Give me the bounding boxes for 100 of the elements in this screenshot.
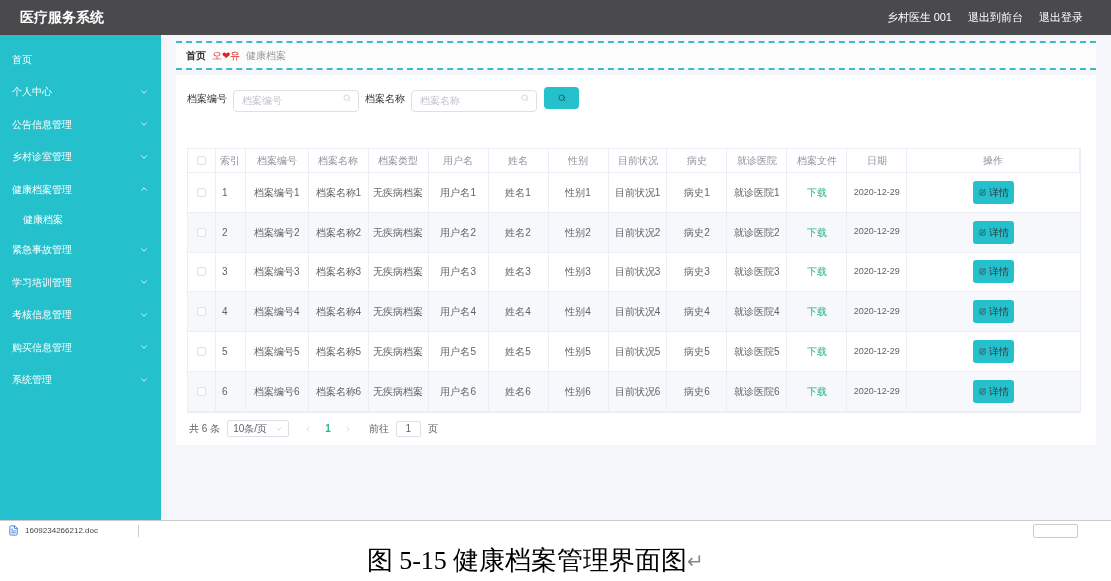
page-number[interactable]: 1 (319, 421, 337, 437)
table-cell-text: 档案编号6 (254, 384, 300, 399)
header-link[interactable]: 退出登录 (1039, 9, 1083, 26)
page-size-select[interactable]: 10条/页 (227, 420, 290, 438)
date-cell-text: 2020-12-29 (853, 185, 900, 199)
sidebar-item[interactable]: 学习培训管理 (0, 266, 161, 299)
table-cell-text: 用户名1 (440, 185, 476, 200)
table-cell-text: 病史5 (684, 345, 710, 360)
table-cell-text: 病史6 (684, 384, 710, 399)
search-field[interactable]: 档案名称 (411, 89, 537, 112)
table-cell-text: 姓名6 (505, 384, 531, 399)
table-cell-text: 档案编号1 (254, 185, 300, 200)
table-cell-text: 档案名称4 (315, 305, 362, 320)
figure-caption: 图 5-15 健康档案管理界面图 (366, 545, 688, 577)
table-cell-text: 用户名6 (440, 384, 476, 399)
sidebar-item[interactable]: 个人中心 (0, 75, 161, 108)
download-link[interactable]: 下载 (806, 184, 827, 200)
download-link[interactable]: 下载 (806, 304, 827, 320)
column-header: 档案文件 (787, 149, 848, 172)
download-link[interactable]: 下载 (806, 383, 827, 399)
user-name: 乡村医生 001 (886, 10, 952, 26)
search-icon (557, 94, 566, 102)
date-cell: 2020-12-29 (853, 265, 900, 279)
date-cell: 2020-12-29 (853, 305, 900, 319)
table-cell-text: 性别5 (565, 345, 591, 360)
table-cell-text: 无疾病档案 (373, 265, 424, 280)
table-cell-text: 就诊医院6 (734, 384, 780, 399)
table-cell-text: 就诊医院1 (734, 185, 780, 200)
row-checkbox[interactable] (197, 267, 206, 277)
sidebar-item[interactable]: 首页 (0, 43, 161, 76)
search-button[interactable] (544, 87, 579, 109)
sidebar-item[interactable]: 系统管理 (0, 363, 161, 396)
date-cell-text: 2020-12-29 (853, 344, 900, 358)
table-cell-text: 6 (221, 384, 228, 399)
details-button[interactable]: 详情 (973, 340, 1015, 364)
row-checkbox[interactable] (197, 347, 206, 357)
edit-icon (978, 228, 986, 236)
details-button[interactable]: 详情 (973, 220, 1015, 244)
table-cell-text: 就诊医院3 (734, 265, 780, 280)
row-checkbox[interactable] (197, 307, 206, 317)
table-cell-text: 用户名5 (440, 345, 476, 360)
row-checkbox[interactable] (197, 227, 206, 237)
table-cell-text: 病史1 (684, 185, 710, 200)
table-cell-text: 目前状况1 (614, 185, 661, 200)
table-cell-text: 无疾病档案 (373, 185, 424, 200)
breadcrumb-current: 健康档案 (246, 49, 286, 63)
table-cell-text: 姓名2 (505, 225, 531, 240)
table-cell-text: 1 (221, 185, 228, 200)
table-cell-text: 姓名4 (505, 305, 531, 320)
sidebar-item[interactable]: 公告信息管理 (0, 108, 161, 141)
download-link[interactable]: 下载 (806, 264, 827, 280)
table-cell-text: 性别6 (565, 384, 591, 399)
breadcrumb-link[interactable]: 首页 (186, 48, 206, 63)
table-cell-text: 性别1 (565, 185, 591, 200)
table-cell-text: 就诊医院2 (734, 225, 780, 240)
sidebar-subitem[interactable]: 健康档案 (0, 205, 161, 234)
table-cell-text: 姓名5 (505, 345, 531, 360)
download-link[interactable]: 下载 (806, 344, 827, 360)
column-header: 索引 (215, 149, 246, 172)
table-cell-text: 性别3 (565, 265, 591, 280)
edit-icon (978, 188, 986, 196)
download-link[interactable]: 下载 (806, 224, 827, 240)
table-cell-text: 无疾病档案 (373, 305, 424, 320)
details-button[interactable]: 详情 (973, 180, 1015, 204)
row-checkbox[interactable] (197, 386, 206, 396)
download-file-name[interactable]: 1609234266212.doc (25, 524, 139, 537)
breadcrumb-ornament: 오❤유 (212, 49, 240, 63)
sidebar-item[interactable]: 健康档案管理 (0, 173, 161, 206)
goto-label: 前往 (368, 422, 389, 437)
search-icon (521, 94, 529, 102)
sidebar-item[interactable]: 紧急事故管理 (0, 233, 161, 266)
field-label: 档案名称 (365, 91, 405, 106)
edit-icon (978, 308, 986, 316)
row-checkbox[interactable] (197, 187, 206, 197)
table-cell-text: 用户名2 (440, 225, 476, 240)
details-button[interactable]: 详情 (973, 300, 1015, 324)
date-cell-text: 2020-12-29 (853, 384, 900, 398)
details-button[interactable]: 详情 (973, 379, 1015, 403)
select-all-checkbox[interactable] (197, 156, 206, 165)
file-icon (8, 525, 19, 536)
details-button[interactable]: 详情 (973, 260, 1015, 284)
sidebar-item[interactable]: 购买信息管理 (0, 331, 161, 364)
edit-icon (978, 268, 986, 276)
table-cell-text: 目前状况4 (614, 305, 661, 320)
column-header: 用户名 (428, 149, 489, 172)
column-header: 档案名称 (308, 149, 369, 172)
table-cell-text: 姓名1 (505, 185, 531, 200)
table-cell-text: 档案编号3 (254, 265, 300, 280)
table-cell-text: 2 (221, 225, 228, 240)
bar-button[interactable] (1033, 523, 1078, 538)
table-cell-text: 档案名称5 (315, 345, 362, 360)
table-cell-text: 档案名称2 (315, 225, 362, 240)
sidebar-item[interactable]: 考核信息管理 (0, 298, 161, 331)
column-header: 档案编号 (245, 149, 309, 172)
table-cell-text: 用户名4 (440, 305, 476, 320)
page-input[interactable]: 1 (395, 420, 421, 437)
table-cell-text: 目前状况5 (614, 345, 661, 360)
sidebar-item[interactable]: 乡村诊室管理 (0, 140, 161, 173)
table-cell-text: 档案编号5 (254, 345, 300, 360)
header-link[interactable]: 退出到前台 (968, 9, 1023, 26)
